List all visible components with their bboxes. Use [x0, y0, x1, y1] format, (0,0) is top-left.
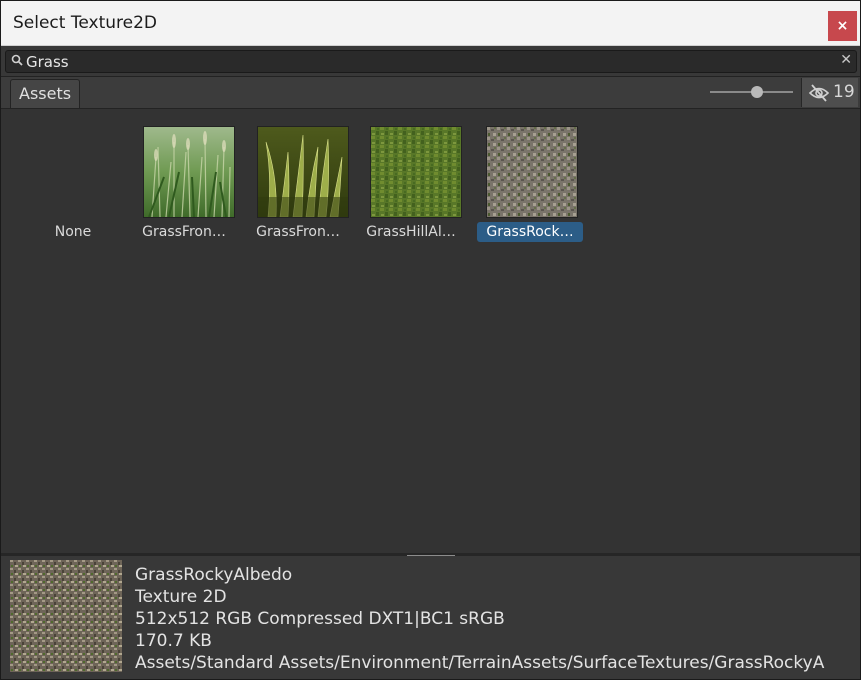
- tab-assets[interactable]: Assets: [10, 79, 81, 108]
- asset-label: GrassFron…: [256, 224, 340, 240]
- preview-image: [10, 560, 122, 672]
- close-button[interactable]: ×: [828, 11, 857, 41]
- asset-format: 512x512 RGB Compressed DXT1|BC1 sRGB: [135, 609, 505, 629]
- search-field[interactable]: ✕: [5, 50, 857, 73]
- title-bar: Select Texture2D ×: [1, 1, 860, 46]
- asset-size: 170.7 KB: [135, 631, 212, 651]
- clear-search-icon[interactable]: ✕: [840, 52, 852, 68]
- asset-thumbnail: [143, 126, 235, 218]
- asset-item-grass-front-2[interactable]: GrassFron…: [244, 109, 352, 240]
- asset-item-grass-hill-albedo[interactable]: GrassHillAl…: [357, 109, 465, 240]
- asset-label-selected: GrassRock…: [477, 222, 583, 242]
- search-row: ✕: [1, 46, 860, 77]
- asset-label: None: [54, 224, 92, 240]
- asset-label: GrassHillAl…: [366, 224, 456, 240]
- asset-item-grass-front-1[interactable]: GrassFron…: [130, 109, 238, 240]
- hidden-count: 19: [833, 82, 855, 102]
- asset-thumbnail: [370, 126, 462, 218]
- toolbar: Assets 19: [1, 77, 860, 109]
- asset-info: GrassRockyAlbedo Texture 2D 512x512 RGB …: [135, 564, 824, 674]
- asset-item-grass-rocky-albedo[interactable]: GrassRock…: [477, 109, 585, 242]
- preview-panel: GrassRockyAlbedo Texture 2D 512x512 RGB …: [1, 556, 860, 679]
- asset-grid: None GrassFron… GrassFron… GrassHillAl… …: [1, 109, 860, 553]
- asset-thumbnail: [486, 126, 578, 218]
- asset-name: GrassRockyAlbedo: [135, 565, 293, 585]
- asset-item-none[interactable]: None: [19, 109, 127, 240]
- search-input[interactable]: [26, 51, 816, 72]
- object-picker-window: Select Texture2D × ✕ Assets 19: [0, 0, 861, 680]
- hidden-packages-toggle[interactable]: 19: [801, 78, 858, 107]
- asset-type: Texture 2D: [135, 587, 227, 607]
- asset-label: GrassFron…: [142, 224, 226, 240]
- slider-handle[interactable]: [751, 86, 764, 98]
- search-icon: [11, 54, 23, 66]
- thumbnail-size-slider[interactable]: [710, 86, 793, 98]
- asset-path: Assets/Standard Assets/Environment/Terra…: [135, 653, 825, 673]
- window-title: Select Texture2D: [13, 13, 157, 33]
- asset-thumbnail: [257, 126, 349, 218]
- eye-slash-icon: [808, 84, 830, 102]
